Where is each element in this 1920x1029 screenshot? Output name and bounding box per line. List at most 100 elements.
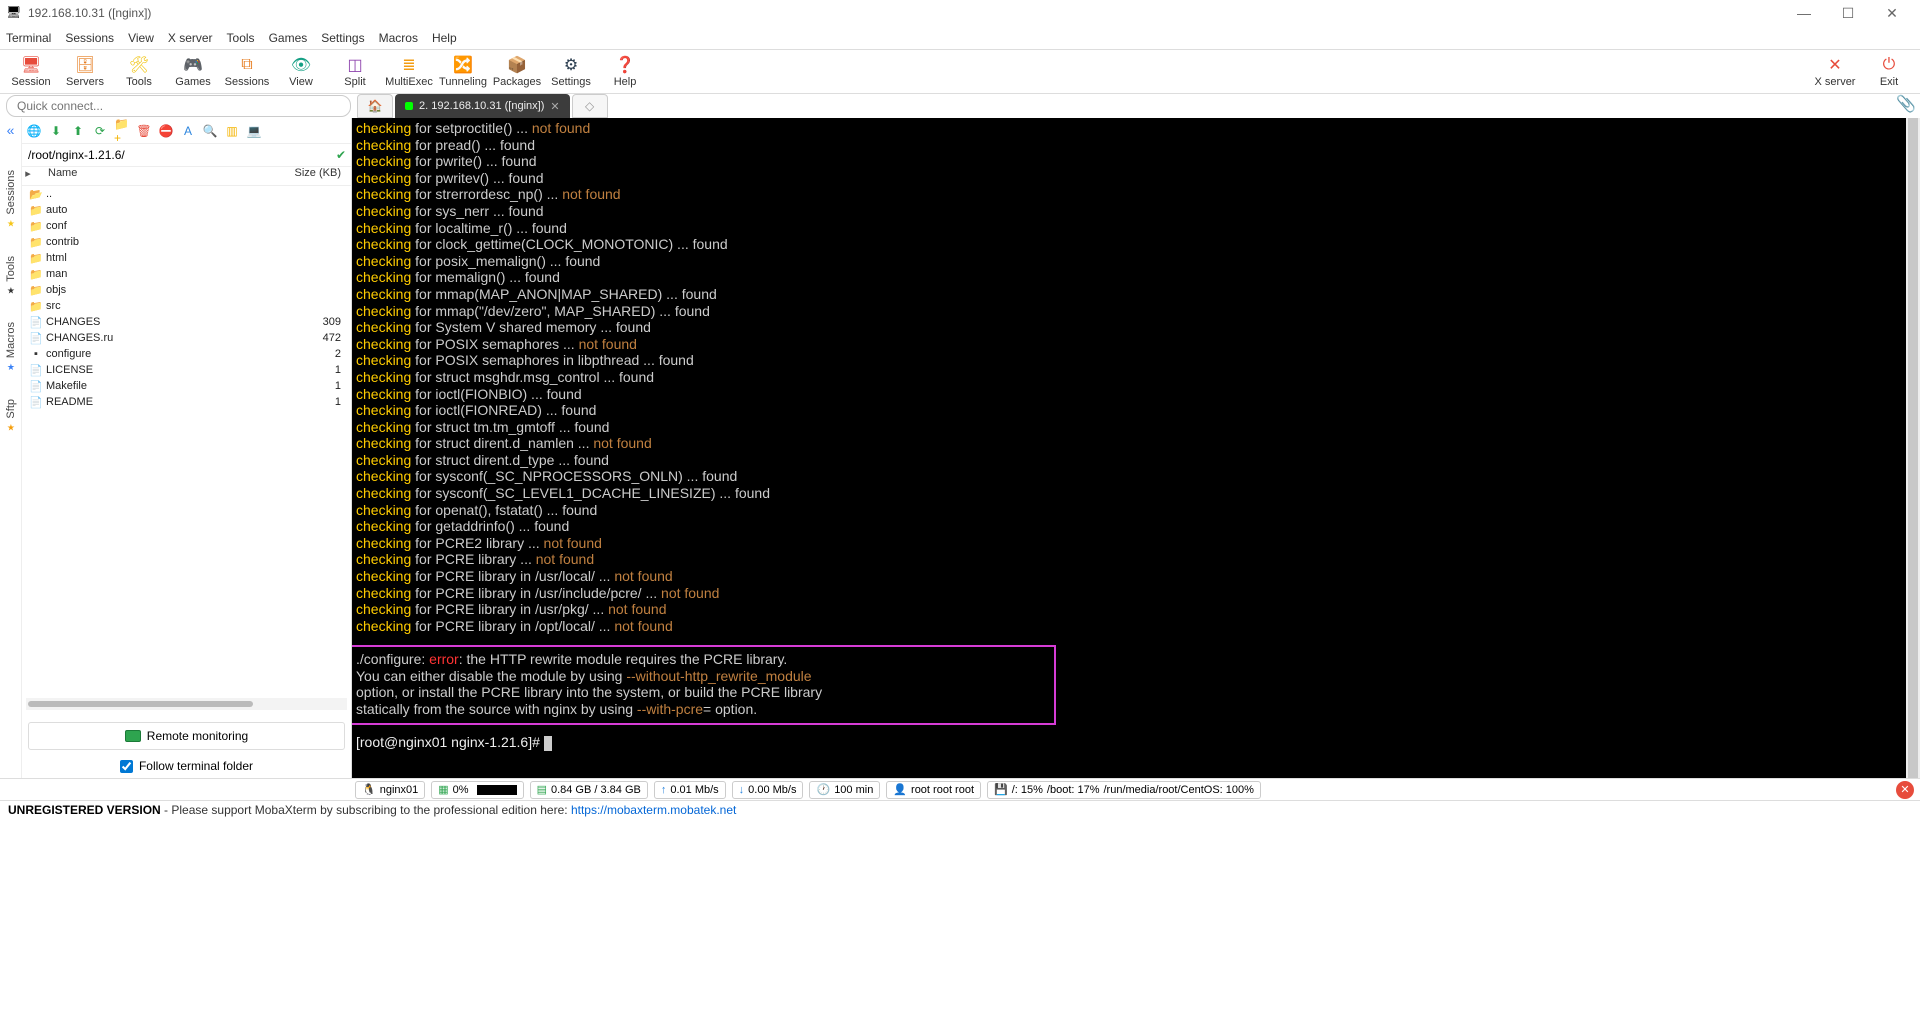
terminal[interactable]: checking for setproctitle() ... not foun… — [352, 118, 1920, 778]
sftp-tool-2[interactable]: ⬆ — [70, 123, 86, 139]
menu-terminal[interactable]: Terminal — [6, 31, 51, 45]
tab-close-icon[interactable]: ✕ — [550, 100, 559, 113]
close-button[interactable]: ✕ — [1870, 0, 1914, 26]
file-row[interactable]: 📁src — [22, 298, 351, 314]
menubar: Terminal Sessions View X server Tools Games Se… — [0, 26, 1920, 50]
toolbar-tunneling[interactable]: 🔀Tunneling — [436, 55, 490, 88]
file-icon: 📄 — [28, 364, 44, 377]
file-row[interactable]: 📁html — [22, 250, 351, 266]
maximize-button[interactable]: ☐ — [1826, 0, 1870, 26]
toolbar-help[interactable]: ❓Help — [598, 55, 652, 88]
toolbar-multiexec[interactable]: ≣MultiExec — [382, 55, 436, 88]
toolbar-servers[interactable]: 🗄Servers — [58, 55, 112, 88]
follow-terminal-label: Follow terminal folder — [139, 759, 253, 773]
status-down[interactable]: ↓0.00 Mb/s — [732, 781, 804, 799]
status-user[interactable]: 👤root root root — [886, 781, 981, 799]
status-up[interactable]: ↑0.01 Mb/s — [654, 781, 726, 799]
sftp-path-input[interactable] — [22, 148, 331, 162]
menu-games[interactable]: Games — [269, 31, 308, 45]
home-icon: 🏠 — [368, 99, 383, 113]
file-row[interactable]: 📄Makefile1 — [22, 378, 351, 394]
status-bar: 🐧nginx01 ▦0% ▤0.84 GB / 3.84 GB ↑0.01 Mb… — [0, 778, 1920, 800]
file-list: 📂..📁auto📁conf📁contrib📁html📁man📁objs📁src📄… — [22, 186, 351, 692]
games-icon: 🎮 — [183, 55, 203, 75]
toolbar-packages[interactable]: 📦Packages — [490, 55, 544, 88]
toolbar-session[interactable]: 🖥Session — [4, 55, 58, 88]
menu-macros[interactable]: Macros — [379, 31, 418, 45]
sort-arrow-icon[interactable]: ▸ — [22, 167, 34, 185]
menu-sessions[interactable]: Sessions — [65, 31, 114, 45]
menu-x-server[interactable]: X server — [168, 31, 213, 45]
quick-connect-row: 🏠 2. 192.168.10.31 ([nginx]) ✕ ◇ 📎 — [0, 94, 1920, 118]
file-row[interactable]: 📁objs — [22, 282, 351, 298]
col-name[interactable]: Name — [34, 167, 291, 185]
file-row[interactable]: 📂.. — [22, 186, 351, 202]
file-hscroll[interactable] — [26, 698, 347, 710]
sftp-tool-8[interactable]: 🔍 — [202, 123, 218, 139]
servers-icon: 🗄 — [75, 55, 95, 75]
session-tab[interactable]: 2. 192.168.10.31 ([nginx]) ✕ — [395, 94, 570, 118]
side-tab-tools[interactable]: Tools — [5, 256, 17, 297]
file-icon: 📁 — [28, 252, 44, 265]
file-row[interactable]: ▪configure2 — [22, 346, 351, 362]
side-tab-macros[interactable]: Macros — [5, 322, 17, 373]
sftp-tool-0[interactable]: 🌐 — [26, 123, 42, 139]
sftp-tool-5[interactable]: 🗑 — [136, 123, 152, 139]
sftp-tool-7[interactable]: A — [180, 123, 196, 139]
file-row[interactable]: 📁conf — [22, 218, 351, 234]
quick-connect-input[interactable] — [6, 95, 351, 117]
sftp-tool-3[interactable]: ⟳ — [92, 123, 108, 139]
x server-icon: ✕ — [1825, 55, 1845, 75]
menu-tools[interactable]: Tools — [227, 31, 255, 45]
status-host[interactable]: 🐧nginx01 — [355, 781, 425, 799]
file-icon: 📁 — [28, 300, 44, 313]
file-row[interactable]: 📄CHANGES309 — [22, 314, 351, 330]
tab-label: 2. 192.168.10.31 ([nginx]) — [419, 100, 544, 112]
toolbar-split[interactable]: ◫Split — [328, 55, 382, 88]
follow-terminal-checkbox[interactable] — [120, 760, 133, 773]
file-row[interactable]: 📄README1 — [22, 394, 351, 410]
tools-icon: 🛠 — [129, 55, 149, 75]
col-size[interactable]: Size (KB) — [291, 167, 351, 185]
remote-monitoring-button[interactable]: Remote monitoring — [28, 722, 345, 750]
side-tab-sftp[interactable]: Sftp — [5, 399, 17, 434]
file-row[interactable]: 📁contrib — [22, 234, 351, 250]
paperclip-icon[interactable]: 📎 — [1896, 94, 1916, 114]
help-icon: ❓ — [615, 55, 635, 75]
file-row[interactable]: 📄CHANGES.ru472 — [22, 330, 351, 346]
file-row[interactable]: 📁man — [22, 266, 351, 282]
toolbar-view[interactable]: 👁View — [274, 55, 328, 88]
menu-help[interactable]: Help — [432, 31, 457, 45]
sftp-path-row: ✔ — [22, 144, 351, 166]
file-row[interactable]: 📁auto — [22, 202, 351, 218]
status-time[interactable]: 🕐100 min — [809, 781, 880, 799]
toolbar-settings[interactable]: ⚙Settings — [544, 55, 598, 88]
collapse-icon[interactable]: « — [7, 122, 15, 138]
mobaxterm-link[interactable]: https://mobaxterm.mobatek.net — [571, 803, 736, 817]
side-tab-sessions[interactable]: Sessions — [5, 170, 17, 230]
file-icon: 📁 — [28, 284, 44, 297]
menu-view[interactable]: View — [128, 31, 154, 45]
sftp-tool-10[interactable]: 💻 — [246, 123, 262, 139]
toolbar-games[interactable]: 🎮Games — [166, 55, 220, 88]
toolbar-tools[interactable]: 🛠Tools — [112, 55, 166, 88]
sftp-tool-6[interactable]: ⛔ — [158, 123, 174, 139]
toolbar-x server[interactable]: ✕X server — [1808, 55, 1862, 88]
minimize-button[interactable]: — — [1782, 0, 1826, 26]
window-title: 192.168.10.31 ([nginx]) — [28, 6, 1782, 20]
sftp-tool-1[interactable]: ⬇ — [48, 123, 64, 139]
file-icon: 📄 — [28, 316, 44, 329]
sftp-tool-9[interactable]: ▥ — [224, 123, 240, 139]
sftp-tool-4[interactable]: 📁+ — [114, 123, 130, 139]
status-cpu[interactable]: ▦0% — [431, 781, 523, 799]
status-disk[interactable]: 💾/: 15%/boot: 17%/run/media/root/CentOS:… — [987, 781, 1261, 799]
menu-settings[interactable]: Settings — [321, 31, 364, 45]
terminal-scrollbar[interactable] — [1906, 118, 1920, 778]
home-tab[interactable]: 🏠 — [357, 94, 393, 118]
file-row[interactable]: 📄LICENSE1 — [22, 362, 351, 378]
new-tab-button[interactable]: ◇ — [572, 94, 608, 118]
toolbar-sessions[interactable]: ⧉Sessions — [220, 55, 274, 88]
status-close-icon[interactable]: ✕ — [1896, 781, 1914, 799]
status-mem[interactable]: ▤0.84 GB / 3.84 GB — [530, 781, 648, 799]
toolbar-exit[interactable]: ⏻Exit — [1862, 55, 1916, 88]
